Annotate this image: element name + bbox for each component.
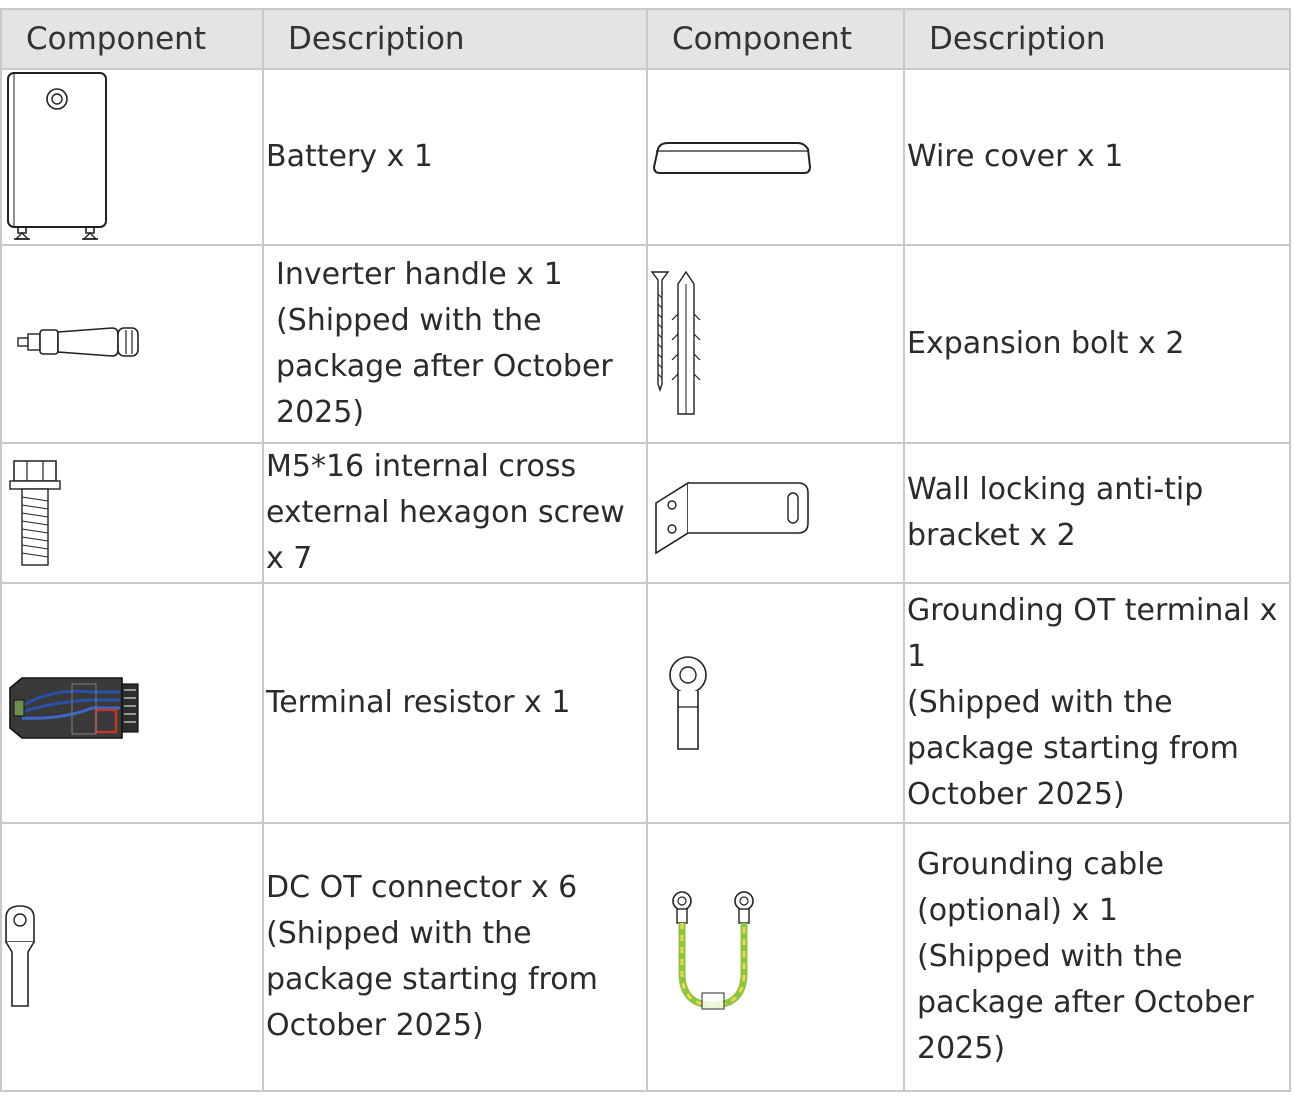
description-text: Wire cover x 1 [907, 139, 1124, 174]
expansion-bolt-icon [650, 270, 701, 415]
description-text: Inverter handle x 1 [276, 257, 563, 292]
description-text: October 2025) [907, 777, 1125, 812]
grounding-cable-icon [672, 891, 754, 1010]
description-text: (Shipped with the [266, 916, 532, 951]
description-cell: Inverter handle x 1 (Shipped with the pa… [262, 244, 648, 444]
description-text: (optional) x 1 [917, 893, 1118, 928]
description-text: (Shipped with the [917, 939, 1183, 974]
description-text: Expansion bolt x 2 [907, 326, 1185, 361]
description-text: DC OT connector x 6 [266, 870, 578, 905]
description-text: Battery x 1 [266, 139, 433, 174]
description-cell: Grounding OT terminal x 1 (Shipped with … [903, 582, 1291, 824]
component-cell [646, 68, 905, 246]
description-cell: M5*16 internal cross external hexagon sc… [262, 442, 648, 584]
table-row: M5*16 internal cross external hexagon sc… [0, 442, 1291, 584]
component-cell [0, 582, 264, 824]
header-row: Component Description Component Descript… [0, 8, 1291, 70]
component-cell [0, 822, 264, 1092]
component-cell [646, 822, 905, 1092]
description-text: Grounding OT terminal x [907, 593, 1278, 628]
description-cell: Grounding cable (optional) x 1 (Shipped … [903, 822, 1291, 1092]
description-text: 1 [907, 639, 927, 674]
description-cell: Terminal resistor x 1 [262, 582, 648, 824]
description-text: package after October [917, 985, 1254, 1020]
ot-terminal-icon [669, 656, 707, 750]
description-text: external hexagon screw [266, 495, 625, 530]
description-text: M5*16 internal cross [266, 449, 577, 484]
hex-screw-icon [9, 460, 61, 566]
description-cell: Wall locking anti-tip bracket x 2 [903, 442, 1291, 584]
dc-ot-connector-icon [5, 905, 35, 1007]
component-cell [646, 442, 905, 584]
table-row: DC OT connector x 6 (Shipped with the pa… [0, 822, 1291, 1092]
description-cell: DC OT connector x 6 (Shipped with the pa… [262, 822, 648, 1092]
component-cell [646, 582, 905, 824]
terminal-resistor-icon [9, 677, 139, 739]
table-row: Terminal resistor x 1 Grounding OT termi… [0, 582, 1291, 824]
description-cell: Wire cover x 1 [903, 68, 1291, 246]
table-row: Battery x 1 Wire cover x 1 [0, 68, 1291, 246]
component-cell [0, 68, 264, 246]
anti-tip-bracket-icon [655, 481, 809, 555]
packing-list-table: Component Description Component Descript… [0, 8, 1291, 1092]
component-cell [646, 244, 905, 444]
header-description-1: Description [262, 8, 648, 70]
header-component-1: Component [0, 8, 264, 70]
header-description-2: Description [903, 8, 1291, 70]
description-text: x 7 [266, 541, 313, 576]
component-cell [0, 244, 264, 444]
description-text: 2025) [276, 395, 365, 430]
component-cell [0, 442, 264, 584]
inverter-handle-icon [17, 327, 139, 357]
description-text: Grounding cable [917, 847, 1164, 882]
description-cell: Expansion bolt x 2 [903, 244, 1291, 444]
description-text: package starting from [266, 962, 598, 997]
description-text: 2025) [917, 1031, 1006, 1066]
description-text: (Shipped with the [907, 685, 1173, 720]
description-text: package after October [276, 349, 613, 384]
battery-icon [7, 72, 107, 240]
description-text: Wall locking anti-tip [907, 472, 1204, 507]
header-component-2: Component [646, 8, 905, 70]
table-row: Inverter handle x 1 (Shipped with the pa… [0, 244, 1291, 444]
description-text: bracket x 2 [907, 518, 1076, 553]
description-text: Terminal resistor x 1 [266, 685, 571, 720]
description-text: package starting from [907, 731, 1239, 766]
description-text: October 2025) [266, 1008, 484, 1043]
wire-cover-icon [652, 142, 812, 174]
description-cell: Battery x 1 [262, 68, 648, 246]
description-text: (Shipped with the [276, 303, 542, 338]
